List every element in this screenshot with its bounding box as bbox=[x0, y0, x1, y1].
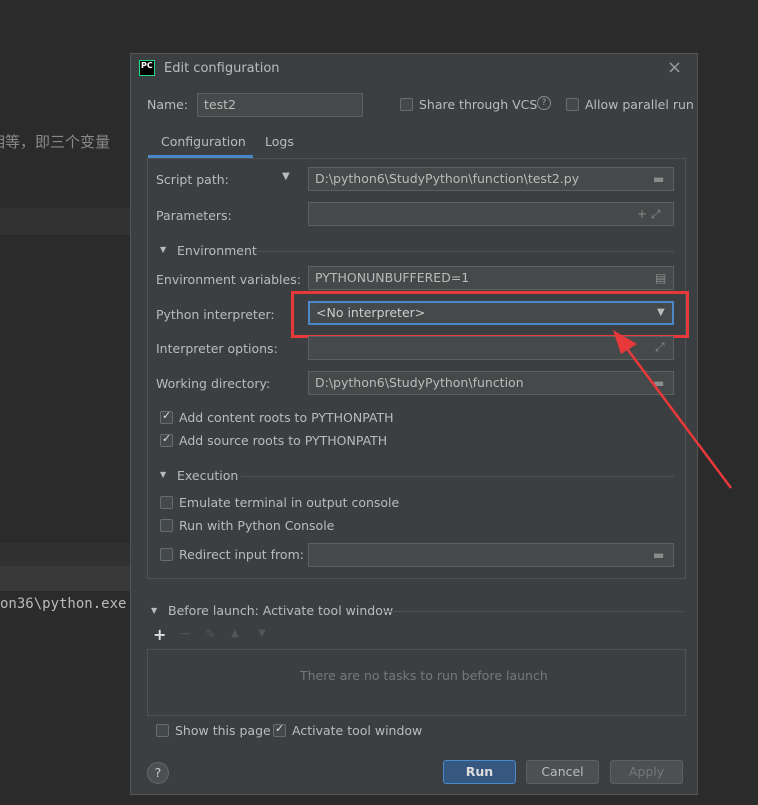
add-source-roots-label: Add source roots to PYTHONPATH bbox=[179, 433, 388, 448]
edit-configuration-dialog: PC Edit configuration × Name: test2 Shar… bbox=[130, 53, 733, 795]
remove-task-icon[interactable]: − bbox=[179, 626, 191, 642]
execution-section: Execution bbox=[177, 468, 239, 483]
show-page-checkbox[interactable] bbox=[156, 724, 169, 737]
before-launch-label: Before launch: Activate tool window bbox=[168, 603, 394, 618]
divider bbox=[256, 251, 674, 252]
folder-icon[interactable]: ▬ bbox=[653, 548, 664, 562]
add-content-roots-label: Add content roots to PYTHONPATH bbox=[179, 410, 394, 425]
environment-section: Environment bbox=[177, 243, 257, 258]
console-text: on36\python.exe bbox=[0, 596, 127, 612]
emulate-terminal-checkbox[interactable] bbox=[160, 496, 173, 509]
activate-tool-checkbox[interactable] bbox=[273, 722, 286, 737]
background-text: 相等，即三个变量 bbox=[0, 133, 111, 151]
editor-band bbox=[0, 543, 130, 566]
execution-collapse-icon[interactable]: ▼ bbox=[160, 470, 166, 479]
no-tasks-text: There are no tasks to run before launch bbox=[300, 668, 548, 683]
cancel-button[interactable]: Cancel bbox=[526, 760, 599, 784]
redirect-input-checkbox[interactable] bbox=[160, 548, 173, 561]
expand-icon[interactable]: + ⤢ bbox=[637, 207, 660, 222]
tab-logs[interactable]: Logs bbox=[265, 134, 294, 149]
env-vars-label: Environment variables: bbox=[156, 272, 301, 287]
allow-parallel-checkbox[interactable] bbox=[566, 98, 579, 111]
interpreter-dropdown[interactable]: <No interpreter> bbox=[308, 301, 674, 325]
env-vars-input[interactable]: PYTHONUNBUFFERED=1 bbox=[308, 266, 674, 290]
editor-band bbox=[0, 208, 130, 235]
run-python-console-checkbox[interactable] bbox=[160, 519, 173, 532]
annotation-arrow bbox=[613, 330, 733, 489]
apply-button[interactable]: Apply bbox=[610, 760, 683, 784]
document-icon[interactable]: ▤ bbox=[655, 271, 666, 285]
redirect-input-label: Redirect input from: bbox=[179, 547, 304, 562]
interpreter-label: Python interpreter: bbox=[156, 307, 275, 322]
working-dir-label: Working directory: bbox=[156, 376, 271, 391]
edit-task-icon[interactable]: ✎ bbox=[205, 626, 215, 641]
move-down-icon[interactable]: ▼ bbox=[258, 628, 266, 639]
add-task-icon[interactable]: + bbox=[153, 625, 166, 644]
help-icon[interactable]: ? bbox=[537, 96, 551, 110]
close-icon[interactable]: × bbox=[667, 57, 682, 78]
show-page-label: Show this page bbox=[175, 723, 271, 738]
pycharm-logo: PC bbox=[139, 60, 155, 76]
interp-options-label: Interpreter options: bbox=[156, 341, 278, 356]
script-path-input[interactable]: D:\python6\StudyPython\function\test2.py bbox=[308, 167, 674, 191]
activate-tool-label: Activate tool window bbox=[292, 723, 423, 738]
dialog-title: Edit configuration bbox=[164, 61, 280, 76]
parameters-label: Parameters: bbox=[156, 208, 232, 223]
run-python-console-label: Run with Python Console bbox=[179, 518, 335, 533]
name-label: Name: bbox=[147, 97, 189, 112]
run-button[interactable]: Run bbox=[443, 760, 516, 784]
emulate-terminal-label: Emulate terminal in output console bbox=[179, 495, 400, 510]
divider bbox=[383, 611, 683, 612]
chevron-down-icon[interactable]: ▼ bbox=[657, 307, 665, 318]
environment-collapse-icon[interactable]: ▼ bbox=[160, 245, 166, 254]
parameters-input[interactable] bbox=[308, 202, 674, 226]
editor-band bbox=[0, 566, 130, 591]
script-type-dropdown-icon[interactable]: ▼ bbox=[282, 171, 290, 182]
add-content-roots-checkbox[interactable] bbox=[160, 409, 173, 424]
help-button[interactable]: ? bbox=[147, 762, 169, 784]
divider bbox=[241, 476, 674, 477]
before-launch-collapse-icon[interactable]: ▼ bbox=[151, 606, 157, 615]
share-vcs-checkbox[interactable] bbox=[400, 98, 413, 111]
tab-configuration[interactable]: Configuration bbox=[161, 134, 246, 149]
allow-parallel-label: Allow parallel run bbox=[585, 97, 694, 112]
add-source-roots-checkbox[interactable] bbox=[160, 432, 173, 447]
folder-icon[interactable]: ▬ bbox=[653, 172, 664, 186]
redirect-input-field[interactable] bbox=[308, 543, 674, 567]
script-path-label: Script path: bbox=[156, 172, 229, 187]
share-vcs-label: Share through VCS bbox=[419, 97, 538, 112]
move-up-icon[interactable]: ▲ bbox=[231, 628, 239, 639]
name-input[interactable]: test2 bbox=[197, 93, 363, 117]
